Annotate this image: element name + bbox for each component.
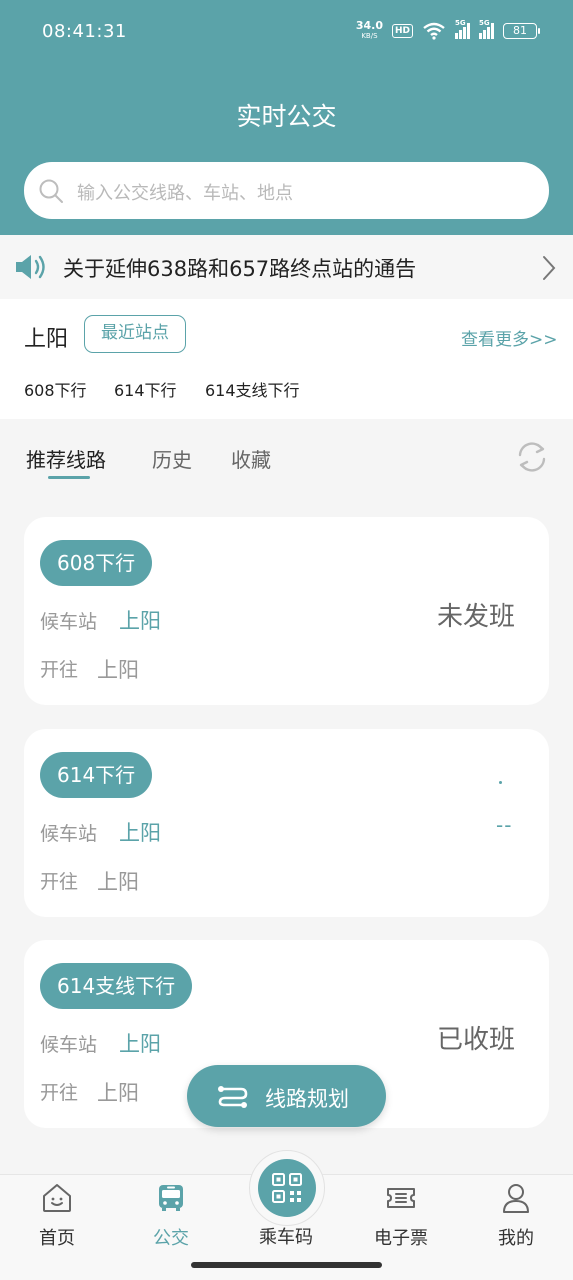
hd-badge: HD xyxy=(391,24,413,38)
nearby-station-name: 上阳 xyxy=(24,327,69,352)
nearby-line-614-branch[interactable]: 614支线下行 xyxy=(205,377,300,401)
tab-favorites[interactable]: 收藏 xyxy=(231,444,271,473)
tab-active-indicator xyxy=(48,476,90,479)
net-speed-unit: KB/S xyxy=(361,32,378,40)
destination-value: 上阳 xyxy=(97,870,139,894)
tabbar-label[interactable]: 乘车码 xyxy=(236,1223,336,1249)
bus-status: 已收班 xyxy=(436,1025,515,1055)
route-name-badge: 608下行 xyxy=(40,540,153,586)
page-title: 实时公交 xyxy=(236,102,337,131)
bus-icon xyxy=(159,1185,183,1211)
destination-label: 开往 xyxy=(40,871,79,893)
battery-indicator: 81 xyxy=(503,23,540,39)
nearby-line-614[interactable]: 614下行 xyxy=(114,377,177,401)
tabbar-item-profile[interactable]: 我的 xyxy=(466,1175,566,1275)
wait-station-label: 候车站 xyxy=(40,823,98,845)
destination-value: 上阳 xyxy=(97,658,139,682)
route-icon xyxy=(218,1086,248,1108)
home-indicator[interactable] xyxy=(191,1262,382,1268)
wait-station-value: 上阳 xyxy=(119,1032,161,1056)
status-indicators: 34.0 KB/S HD 5G 5G 81 xyxy=(356,19,540,41)
chevron-right-icon[interactable] xyxy=(540,254,558,282)
status-dot xyxy=(499,781,502,784)
destination-value: 上阳 xyxy=(97,1081,139,1105)
nearest-station-button[interactable]: 最近站点 xyxy=(84,315,186,353)
tabbar-label: 电子票 xyxy=(374,1228,428,1249)
tabbar-label: 首页 xyxy=(39,1228,75,1249)
signal-1-label: 5G xyxy=(455,19,466,27)
search-icon xyxy=(39,179,63,203)
bus-status: 未发班 xyxy=(436,602,515,632)
tabbar-item-bus[interactable]: 公交 xyxy=(121,1175,221,1275)
route-name-badge: 614支线下行 xyxy=(40,963,193,1009)
tabbar-label: 我的 xyxy=(498,1228,534,1249)
wait-station-value: 上阳 xyxy=(119,609,161,633)
notice-text[interactable]: 关于延伸638路和657路终点站的通告 xyxy=(63,253,416,283)
cellular-signal-1-icon: 5G xyxy=(455,19,470,39)
tab-recommended[interactable]: 推荐线路 xyxy=(26,444,106,473)
route-card[interactable]: 608下行 候车站 上阳 开往 上阳 未发班 xyxy=(24,517,549,705)
wait-station-value: 上阳 xyxy=(119,821,161,845)
tabbar-item-ticket[interactable]: 电子票 xyxy=(351,1175,451,1275)
route-planning-label: 线路规划 xyxy=(265,1087,349,1111)
ticket-icon xyxy=(387,1188,415,1208)
view-more-link[interactable]: 查看更多>> xyxy=(461,325,558,350)
status-bar: 08:41:31 34.0 KB/S HD 5G 5G 81 xyxy=(0,0,573,66)
route-card[interactable]: 614下行 候车站 上阳 开往 上阳 -- xyxy=(24,729,549,917)
net-speed: 34.0 KB/S xyxy=(356,20,383,41)
home-icon xyxy=(43,1184,71,1212)
speaker-icon xyxy=(16,255,45,279)
tabbar-item-ride-code[interactable] xyxy=(258,1159,316,1217)
tab-history[interactable]: 历史 xyxy=(152,444,192,473)
cellular-signal-2-icon: 5G xyxy=(479,19,494,39)
destination-label: 开往 xyxy=(40,1082,79,1104)
qr-code-icon xyxy=(272,1173,302,1203)
user-icon xyxy=(503,1184,529,1213)
wait-station-label: 候车站 xyxy=(40,611,98,633)
nearby-line-608[interactable]: 608下行 xyxy=(24,377,87,401)
status-time: 08:41:31 xyxy=(42,21,127,42)
wait-station-label: 候车站 xyxy=(40,1034,98,1056)
route-name-badge: 614下行 xyxy=(40,752,153,798)
bus-status: -- xyxy=(496,813,513,837)
destination-label: 开往 xyxy=(40,659,79,681)
route-planning-button[interactable]: 线路规划 xyxy=(187,1065,386,1127)
refresh-icon[interactable] xyxy=(514,439,550,475)
signal-2-label: 5G xyxy=(479,19,490,27)
search-placeholder: 输入公交线路、车站、地点 xyxy=(77,183,293,204)
wifi-icon xyxy=(423,22,445,40)
tabbar-item-home[interactable]: 首页 xyxy=(7,1175,107,1275)
tabbar-label: 公交 xyxy=(153,1228,189,1249)
